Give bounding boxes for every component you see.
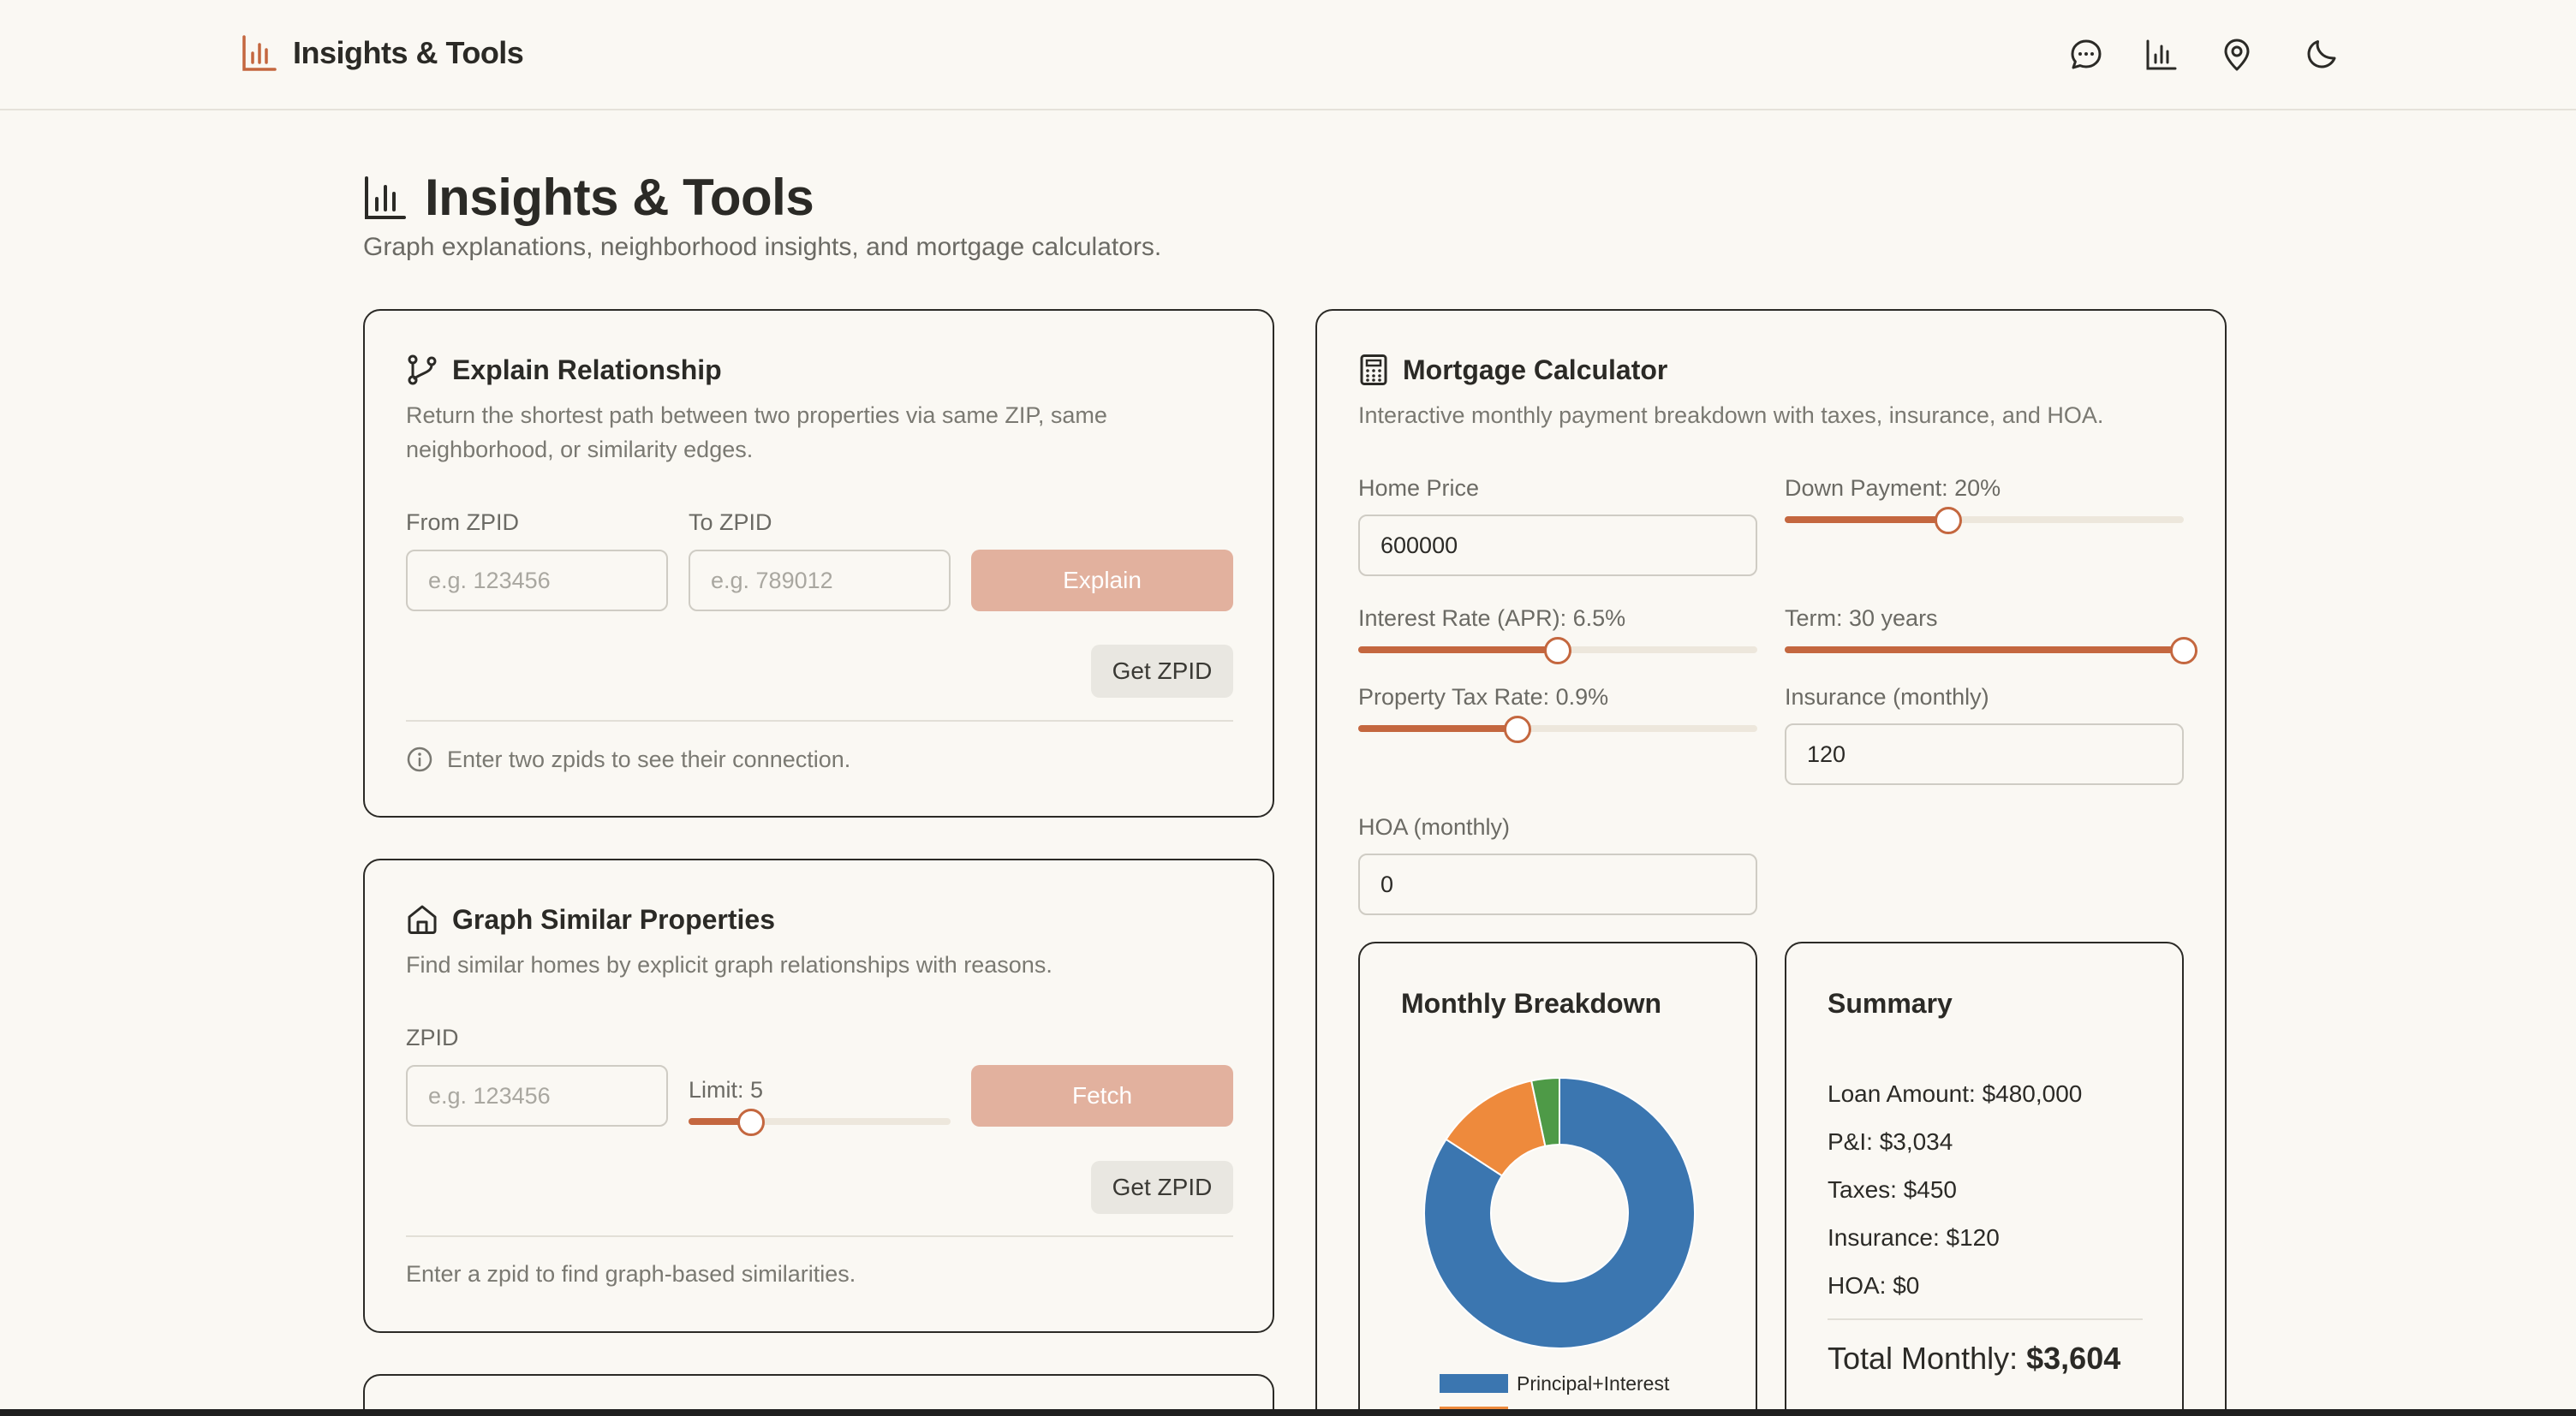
- slider-fill: [1785, 516, 1949, 523]
- to-zpid-label: To ZPID: [689, 509, 772, 535]
- limit-label: Limit: 5: [689, 1077, 764, 1103]
- zpid-input[interactable]: [406, 1065, 668, 1127]
- summary-card: Summary Loan Amount: $480,000 P&I: $3,03…: [1785, 942, 2184, 1416]
- page-title: Insights & Tools: [425, 169, 814, 226]
- monthly-breakdown-donut-chart: Principal+InterestTaxes: [1423, 1076, 1696, 1416]
- hoa: HOA: $0: [1828, 1272, 1920, 1299]
- total-value: $3,604: [2026, 1341, 2121, 1376]
- term-label: Term: 30 years: [1785, 605, 1938, 631]
- card-description: Interactive monthly payment breakdown wi…: [1358, 402, 2104, 428]
- slider-fill: [1358, 646, 1558, 653]
- chat-icon: [2069, 38, 2103, 72]
- monthly-breakdown-card: Monthly Breakdown Principal+InterestTaxe…: [1358, 942, 1757, 1416]
- get-zpid-button[interactable]: Get ZPID: [1091, 1161, 1233, 1214]
- bar-chart-icon: [363, 175, 408, 221]
- property-tax-label: Property Tax Rate: 0.9%: [1358, 684, 1609, 710]
- insights-button[interactable]: [2141, 34, 2182, 75]
- term-slider[interactable]: [1785, 637, 2197, 664]
- page-subtitle: Graph explanations, neighborhood insight…: [363, 233, 1162, 261]
- theme-toggle-button[interactable]: [2302, 34, 2343, 75]
- down-payment-slider[interactable]: [1785, 507, 2184, 534]
- chat-button[interactable]: [2066, 34, 2107, 75]
- slider-fill: [1358, 725, 1518, 732]
- get-zpid-button[interactable]: Get ZPID: [1091, 645, 1233, 698]
- principal-interest: P&I: $3,034: [1828, 1128, 1953, 1155]
- bar-chart-icon: [242, 34, 277, 72]
- bar-chart-icon: [2144, 38, 2179, 72]
- property-tax-slider[interactable]: [1358, 716, 1757, 743]
- fetch-button[interactable]: Fetch: [971, 1065, 1233, 1127]
- loan-amount: Loan Amount: $480,000: [1828, 1080, 2083, 1107]
- card-title: Explain Relationship: [452, 354, 722, 385]
- home-icon: [406, 903, 438, 936]
- slider-thumb[interactable]: [1504, 716, 1532, 743]
- map-pin-icon: [2220, 38, 2254, 72]
- hoa-input[interactable]: [1358, 854, 1757, 915]
- slider-thumb[interactable]: [737, 1109, 766, 1136]
- graph-similar-properties-card: Graph Similar Properties Find similar ho…: [363, 859, 1274, 1333]
- brand-title: Insights & Tools: [293, 35, 524, 70]
- hoa-label: HOA (monthly): [1358, 814, 1511, 840]
- to-zpid-input[interactable]: [689, 550, 951, 611]
- insurance: Insurance: $120: [1828, 1224, 2000, 1251]
- slider-thumb[interactable]: [2170, 637, 2197, 664]
- divider: [1828, 1318, 2143, 1320]
- hint-text: Enter a zpid to find graph-based similar…: [406, 1261, 856, 1287]
- calculator-icon: [1358, 354, 1389, 386]
- legend-label: Principal+Interest: [1517, 1372, 1670, 1395]
- slider-fill: [1785, 646, 2184, 653]
- brand[interactable]: Insights & Tools: [242, 34, 524, 72]
- divider: [406, 1235, 1233, 1237]
- hint-text: Enter two zpids to see their connection.: [447, 746, 851, 772]
- explain-relationship-card: Explain Relationship Return the shortest…: [363, 309, 1274, 818]
- hint-row: Enter two zpids to see their connection.: [406, 746, 850, 773]
- taxes: Taxes: $450: [1828, 1176, 1957, 1203]
- home-price-label: Home Price: [1358, 475, 1480, 501]
- description-line: Return the shortest path between two pro…: [406, 402, 1107, 428]
- map-button[interactable]: [2216, 34, 2257, 75]
- limit-slider[interactable]: [689, 1109, 951, 1136]
- from-zpid-input[interactable]: [406, 550, 668, 611]
- top-nav: Insights & Tools: [0, 0, 2576, 110]
- card-description: Return the shortest path between two pro…: [406, 398, 1107, 467]
- card-description: Find similar homes by explicit graph rel…: [406, 952, 1052, 978]
- divider: [406, 720, 1233, 722]
- from-zpid-label: From ZPID: [406, 509, 519, 535]
- mortgage-calculator-card: Mortgage Calculator Interactive monthly …: [1315, 309, 2227, 1416]
- card-title: Graph Similar Properties: [452, 903, 776, 935]
- down-payment-label: Down Payment: 20%: [1785, 475, 2001, 501]
- info-icon: [406, 746, 433, 773]
- insurance-input[interactable]: [1785, 723, 2184, 785]
- insurance-label: Insurance (monthly): [1785, 684, 1989, 710]
- explain-button[interactable]: Explain: [971, 550, 1233, 611]
- page-header: Insights & Tools: [363, 168, 814, 227]
- summary-title: Summary: [1828, 988, 1953, 1019]
- moon-icon: [2305, 38, 2340, 72]
- bottom-edge: [0, 1409, 2576, 1416]
- zpid-label: ZPID: [406, 1025, 459, 1050]
- total-label: Total Monthly:: [1828, 1341, 2018, 1376]
- legend-swatch: [1440, 1374, 1508, 1393]
- home-price-input[interactable]: [1358, 515, 1757, 576]
- interest-rate-label: Interest Rate (APR): 6.5%: [1358, 605, 1626, 631]
- git-branch-icon: [406, 354, 438, 386]
- interest-rate-slider[interactable]: [1358, 637, 1757, 664]
- description-line: neighborhood, or similarity edges.: [406, 437, 754, 462]
- slider-thumb[interactable]: [1935, 507, 1963, 534]
- slider-thumb[interactable]: [1544, 637, 1571, 664]
- total-monthly: Total Monthly: $3,604: [1828, 1341, 2120, 1377]
- card-title: Mortgage Calculator: [1403, 354, 1668, 385]
